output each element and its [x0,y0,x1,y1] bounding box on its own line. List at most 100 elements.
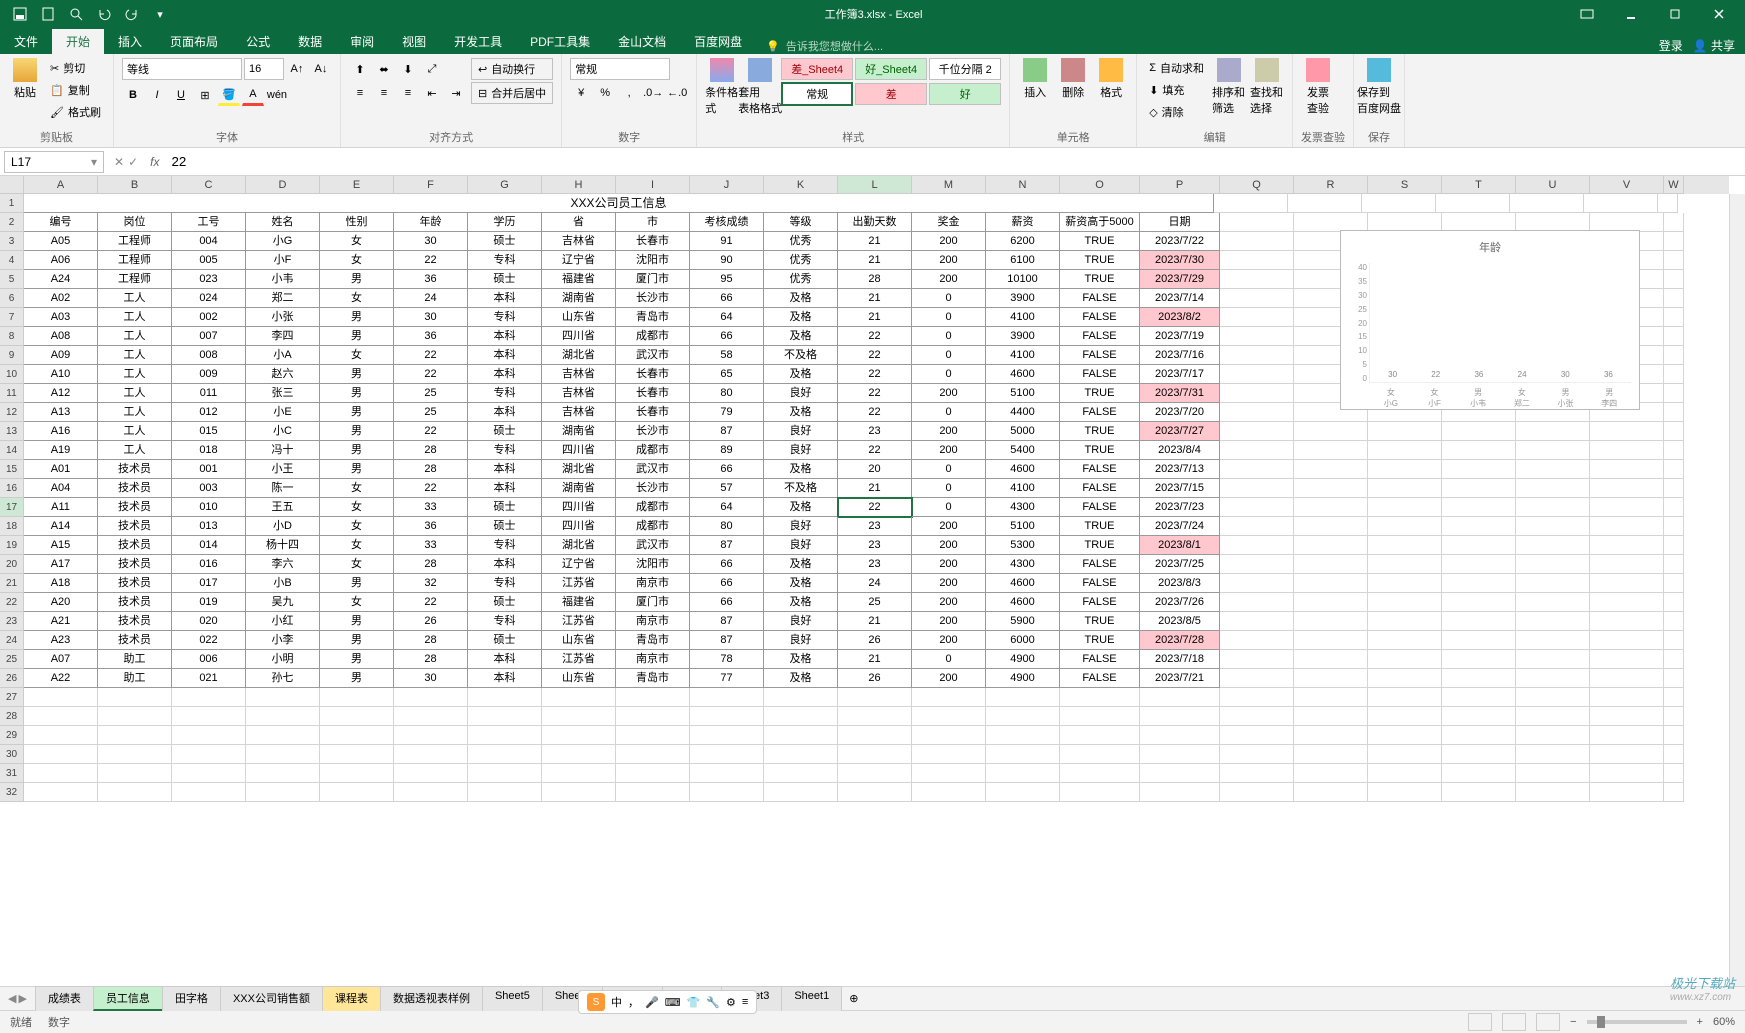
cell-D5[interactable]: 小韦 [246,270,320,289]
cell-N20[interactable]: 4300 [986,555,1060,574]
cell-U31[interactable] [1516,764,1590,783]
cell-M31[interactable] [912,764,986,783]
cell-R30[interactable] [1294,745,1368,764]
cell-E6[interactable]: 女 [320,289,394,308]
cell-W21[interactable] [1664,574,1684,593]
name-box[interactable]: L17▾ [4,151,104,173]
cell-Q31[interactable] [1220,764,1294,783]
cell-A19[interactable]: A15 [24,536,98,555]
cell-K18[interactable]: 良好 [764,517,838,536]
cell-S17[interactable] [1368,498,1442,517]
cell-F31[interactable] [394,764,468,783]
italic-icon[interactable]: I [146,84,168,106]
increase-indent-icon[interactable]: ⇥ [445,82,467,104]
cell-I29[interactable] [616,726,690,745]
cell-T15[interactable] [1442,460,1516,479]
cell-N13[interactable]: 5000 [986,422,1060,441]
ime-tools-icon[interactable]: 🔧 [706,996,720,1009]
row-header-28[interactable]: 28 [0,707,24,726]
cell-E31[interactable] [320,764,394,783]
cell-L30[interactable] [838,745,912,764]
cell-K7[interactable]: 及格 [764,308,838,327]
cell-N12[interactable]: 4400 [986,403,1060,422]
cell-O22[interactable]: FALSE [1060,593,1140,612]
cell-D28[interactable] [246,707,320,726]
cell-P11[interactable]: 2023/7/31 [1140,384,1220,403]
comma-icon[interactable]: , [618,82,640,104]
cell-V19[interactable] [1590,536,1664,555]
cell-W3[interactable] [1664,232,1684,251]
cell-H22[interactable]: 福建省 [542,593,616,612]
cell-G8[interactable]: 本科 [468,327,542,346]
decrease-decimal-icon[interactable]: ←.0 [666,82,688,104]
cell-E5[interactable]: 男 [320,270,394,289]
cell-O10[interactable]: FALSE [1060,365,1140,384]
cell-O13[interactable]: TRUE [1060,422,1140,441]
cell-H11[interactable]: 吉林省 [542,384,616,403]
cell-W2[interactable] [1664,213,1684,232]
cell-M13[interactable]: 200 [912,422,986,441]
cell-M11[interactable]: 200 [912,384,986,403]
cell-A24[interactable]: A23 [24,631,98,650]
cell-B28[interactable] [98,707,172,726]
row-header-3[interactable]: 3 [0,232,24,251]
cell-L25[interactable]: 21 [838,650,912,669]
cell-H12[interactable]: 吉林省 [542,403,616,422]
cell-B27[interactable] [98,688,172,707]
cell-T31[interactable] [1442,764,1516,783]
cell-P27[interactable] [1140,688,1220,707]
cell-D32[interactable] [246,783,320,802]
cell-I31[interactable] [616,764,690,783]
cell-Q27[interactable] [1220,688,1294,707]
table-format-button[interactable]: 套用 表格格式 [743,58,777,127]
cell-J10[interactable]: 65 [690,365,764,384]
cell-C12[interactable]: 012 [172,403,246,422]
cell-D19[interactable]: 杨十四 [246,536,320,555]
cell-N7[interactable]: 4100 [986,308,1060,327]
cell-H8[interactable]: 四川省 [542,327,616,346]
row-header-26[interactable]: 26 [0,669,24,688]
cell-I12[interactable]: 长春市 [616,403,690,422]
cell-R18[interactable] [1294,517,1368,536]
cell-G32[interactable] [468,783,542,802]
cell-D13[interactable]: 小C [246,422,320,441]
cell-E17[interactable]: 女 [320,498,394,517]
col-header-V[interactable]: V [1590,176,1664,194]
cell-V16[interactable] [1590,479,1664,498]
cell-E20[interactable]: 女 [320,555,394,574]
cell-E30[interactable] [320,745,394,764]
cell-G2[interactable]: 学历 [468,213,542,232]
underline-icon[interactable]: U [170,84,192,106]
cell-M4[interactable]: 200 [912,251,986,270]
cell-L32[interactable] [838,783,912,802]
cell-H17[interactable]: 四川省 [542,498,616,517]
cell-H30[interactable] [542,745,616,764]
cell-H26[interactable]: 山东省 [542,669,616,688]
cell-P26[interactable]: 2023/7/21 [1140,669,1220,688]
cell-W17[interactable] [1664,498,1684,517]
row-header-12[interactable]: 12 [0,403,24,422]
cell-D2[interactable]: 姓名 [246,213,320,232]
cell-P18[interactable]: 2023/7/24 [1140,517,1220,536]
cell-S23[interactable] [1368,612,1442,631]
insert-cell-button[interactable]: 插入 [1018,58,1052,127]
cell-D24[interactable]: 小李 [246,631,320,650]
cell-O4[interactable]: TRUE [1060,251,1140,270]
cell-A18[interactable]: A14 [24,517,98,536]
cell-D27[interactable] [246,688,320,707]
row-header-10[interactable]: 10 [0,365,24,384]
cell-Q9[interactable] [1220,346,1294,365]
cell-V15[interactable] [1590,460,1664,479]
redo-icon[interactable] [122,4,142,24]
cell-E27[interactable] [320,688,394,707]
ime-keyboard-icon[interactable]: ⌨ [665,996,681,1009]
col-header-W[interactable]: W [1664,176,1684,194]
cell-C24[interactable]: 022 [172,631,246,650]
cell-V18[interactable] [1590,517,1664,536]
cell-I13[interactable]: 长沙市 [616,422,690,441]
cell-C6[interactable]: 024 [172,289,246,308]
cell-Q26[interactable] [1220,669,1294,688]
row-header-1[interactable]: 1 [0,194,24,213]
cell-V1[interactable] [1584,194,1658,213]
cell-J16[interactable]: 57 [690,479,764,498]
